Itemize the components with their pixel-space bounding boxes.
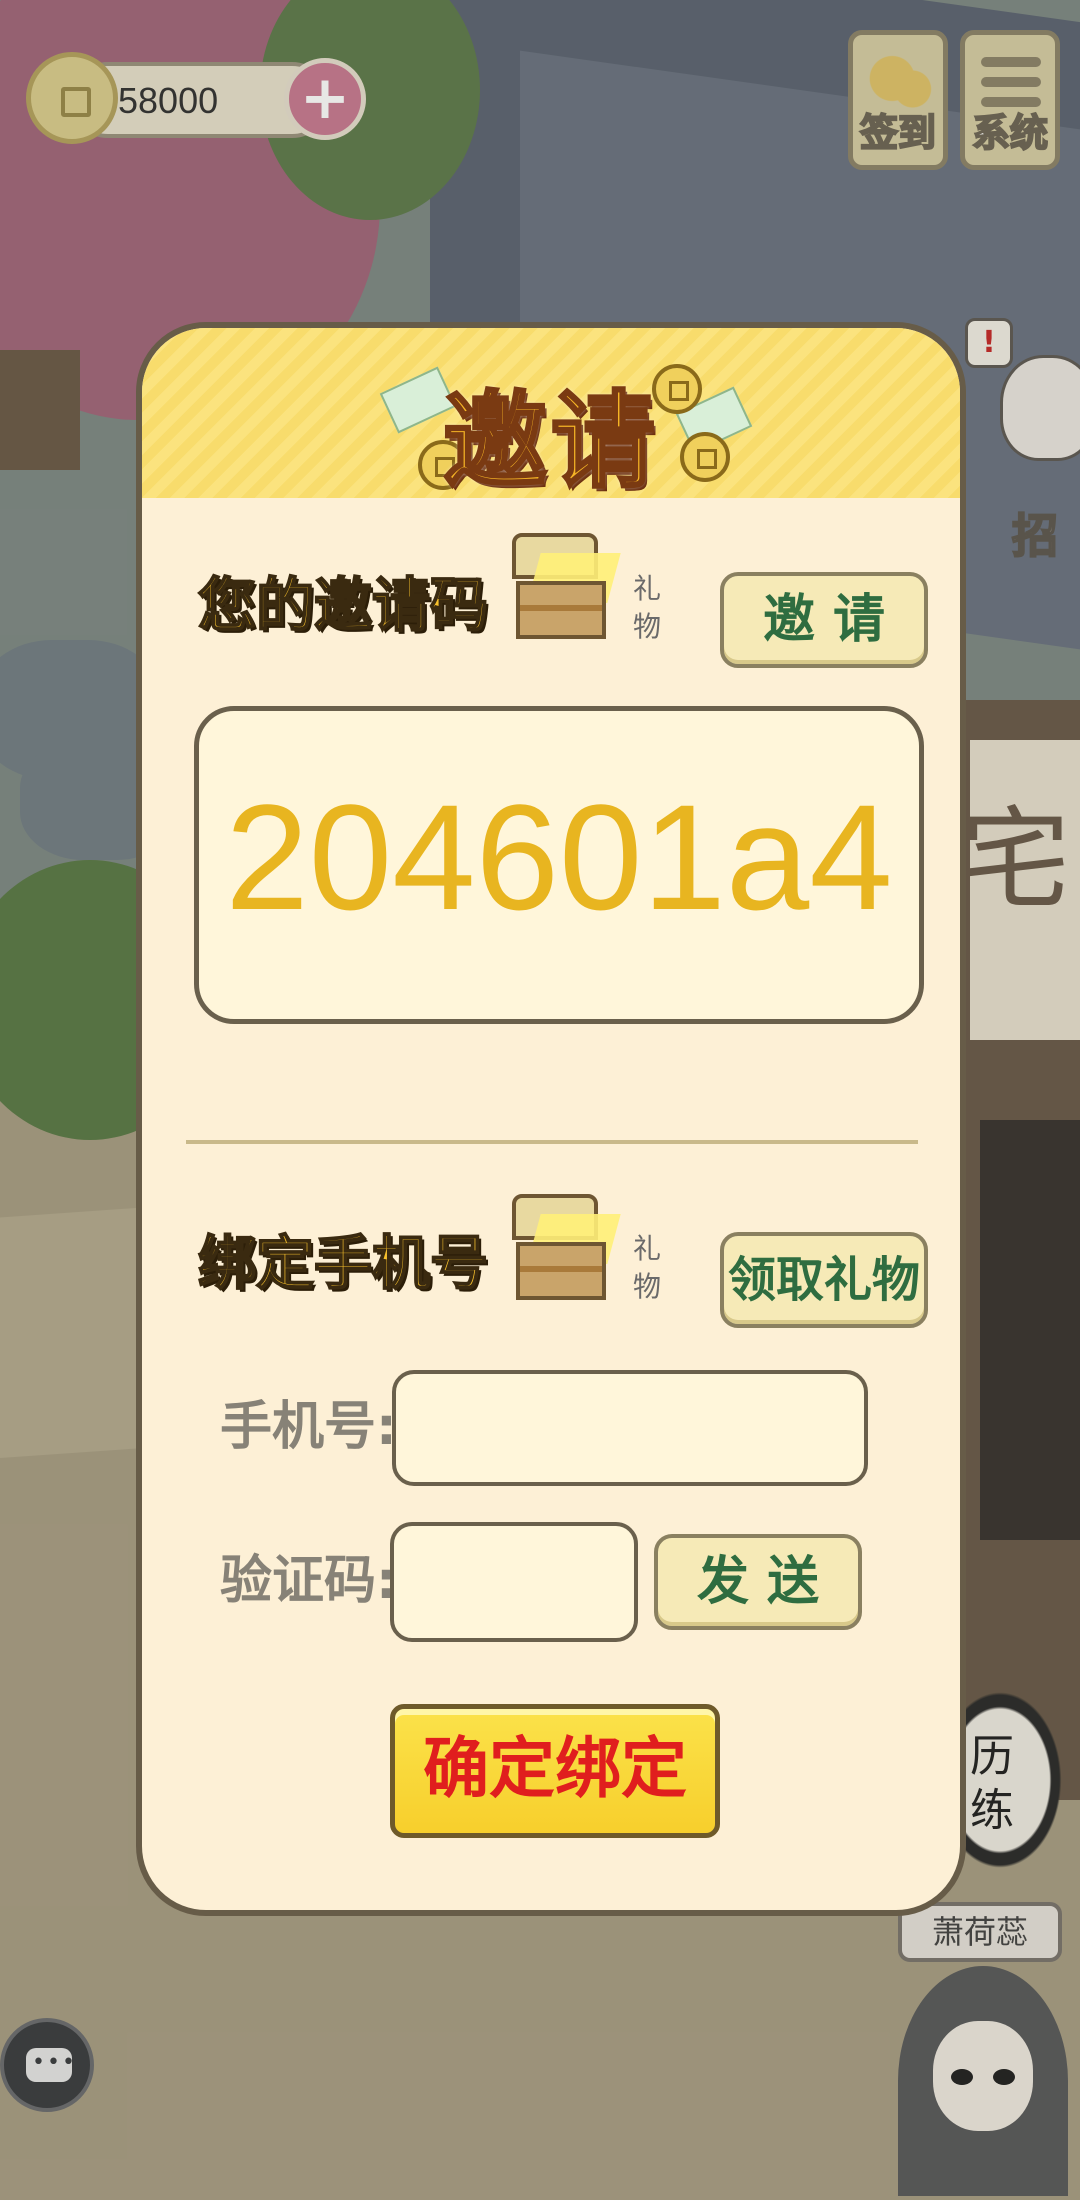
treasure-chest-icon [506,1194,621,1304]
phone-input[interactable] [392,1370,868,1486]
verification-code-label: 验证码: [220,1551,397,1611]
treasure-chest-icon [506,533,621,643]
invite-code-box: 204601a4 [194,706,924,1024]
phone-label: 手机号: [220,1397,397,1457]
gift-label: 礼物 [632,572,661,643]
invite-button[interactable]: 邀 请 [720,572,928,668]
claim-gift-button[interactable]: 领取礼物 [720,1232,928,1328]
invite-code-heading: 您的邀请码 [197,570,489,640]
verification-code-input[interactable] [390,1522,638,1642]
invite-dialog: 邀请 您的邀请码 礼物 邀 请 204601a4 绑定手机号 礼物 领取礼物 手… [136,322,966,1916]
bind-phone-heading: 绑定手机号 [197,1228,489,1298]
section-divider [186,1140,918,1144]
gift-label: 礼物 [632,1232,661,1303]
send-code-button[interactable]: 发 送 [654,1534,862,1630]
dialog-title: 邀请 [441,379,659,504]
confirm-bind-button[interactable]: 确定绑定 [390,1704,720,1838]
invite-code: 204601a4 [225,773,893,941]
